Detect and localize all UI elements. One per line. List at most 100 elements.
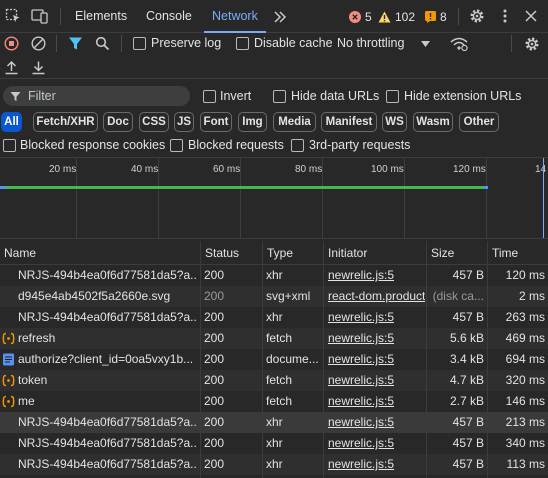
hide-data-urls-checkbox[interactable] (273, 90, 286, 103)
cell-status: 200 (204, 268, 225, 282)
blocked-response-cookies-checkbox[interactable] (3, 139, 16, 152)
cell-type: xhr (266, 310, 283, 324)
table-row[interactable]: NRJS-494b4ea0f6d77581da5?a... 200 xhr newre… (0, 307, 548, 328)
type-filter-ws[interactable]: WS (382, 112, 407, 132)
network-conditions-icon[interactable] (450, 36, 468, 51)
cell-size: 457 B (452, 457, 484, 471)
issues-badge[interactable]: 8 (425, 9, 449, 25)
column-header-type[interactable]: Type (263, 241, 293, 265)
cell-name: token (18, 373, 48, 387)
type-filter-manifest[interactable]: Manifest (321, 112, 377, 132)
warning-icon (378, 11, 391, 23)
cell-status: 200 (204, 310, 225, 324)
cell-status: 200 (204, 415, 225, 429)
cell-time: 263 ms (505, 310, 545, 324)
type-filter-doc[interactable]: Doc (103, 112, 133, 132)
blocked-filters-row: Blocked response cookies Blocked request… (0, 136, 548, 156)
cell-name: NRJS-494b4ea0f6d77581da5?a... (18, 310, 196, 324)
cell-initiator[interactable]: newrelic.js:5 (328, 328, 425, 349)
cell-initiator[interactable]: newrelic.js:5 (328, 412, 425, 433)
cell-initiator[interactable]: newrelic.js:5 (328, 391, 425, 412)
cell-initiator[interactable]: newrelic.js:5 (328, 307, 425, 328)
network-settings-gear-icon[interactable] (524, 36, 540, 52)
hide-data-urls-label: Hide data URLs (291, 89, 380, 103)
column-divider (262, 241, 263, 478)
table-row[interactable]: NRJS-494b4ea0f6d77581da5?a... 200 xhr newre… (0, 265, 548, 286)
filter-icon (10, 92, 21, 101)
tab-elements[interactable]: Elements (75, 0, 127, 33)
third-party-requests-checkbox[interactable] (291, 139, 304, 152)
search-icon[interactable] (95, 36, 110, 51)
invert-checkbox[interactable] (203, 90, 216, 103)
column-header-time[interactable]: Time (488, 241, 518, 265)
inspect-element-icon[interactable] (5, 8, 21, 24)
settings-gear-icon[interactable] (469, 8, 485, 24)
column-header-initiator[interactable]: Initiator (324, 241, 367, 265)
filter-input[interactable]: Filter (3, 86, 190, 106)
filter-funnel-icon[interactable] (68, 36, 83, 51)
type-filter-media[interactable]: Media (273, 112, 316, 132)
tab-network[interactable]: Network (204, 0, 266, 33)
cell-type: fetch (266, 394, 293, 408)
close-icon[interactable] (523, 8, 539, 24)
throttling-select[interactable]: No throttling (336, 33, 432, 55)
timeline-resize-handle[interactable] (543, 158, 548, 238)
cell-initiator[interactable]: newrelic.js:5 (328, 265, 425, 286)
filter-placeholder: Filter (28, 89, 56, 103)
column-header-status[interactable]: Status (201, 241, 239, 265)
cell-initiator[interactable]: newrelic.js:5 (328, 433, 425, 454)
type-filter-font[interactable]: Font (200, 112, 232, 132)
errors-badge[interactable]: 5 (349, 9, 377, 25)
preserve-log-checkbox[interactable] (133, 37, 146, 50)
clear-icon[interactable] (31, 36, 46, 51)
cell-size: 4.7 kB (449, 373, 484, 387)
column-divider (200, 241, 201, 478)
cell-initiator[interactable]: newrelic.js:5 (328, 454, 425, 475)
type-filter-wasm[interactable]: Wasm (413, 112, 453, 132)
type-filter-js[interactable]: JS (174, 112, 194, 132)
table-row[interactable]: d945e4ab4502f5a2660e.svg 200 svg+xml react-… (0, 286, 548, 307)
dropdown-arrow-icon (421, 41, 430, 47)
disable-cache-checkbox[interactable] (236, 37, 249, 50)
cell-name: NRJS-494b4ea0f6d77581da5?a... (18, 415, 196, 429)
type-filter-css[interactable]: CSS (139, 112, 169, 132)
invert-label: Invert (220, 89, 252, 103)
column-header-name[interactable]: Name (0, 241, 36, 265)
more-tabs-icon[interactable] (272, 9, 288, 25)
table-row[interactable]: NRJS-494b4ea0f6d77581da5?a... 200 xhr newre… (0, 433, 548, 454)
cell-initiator[interactable]: newrelic.js:5 (328, 370, 425, 391)
cell-type: fetch (266, 331, 293, 345)
cell-status: 200 (204, 373, 225, 387)
cell-time: 469 ms (505, 331, 545, 345)
errors-count: 5 (365, 10, 372, 24)
device-toolbar-icon[interactable] (31, 8, 49, 24)
table-row[interactable]: NRJS-494b4ea0f6d77581da5?a... 200 xhr newre… (0, 412, 548, 433)
devtools-tab-bar: Elements Console Network 5 102 8 (0, 0, 548, 33)
cell-initiator[interactable]: newrelic.js:5 (328, 349, 425, 370)
type-filter-all[interactable]: All (1, 112, 22, 132)
tab-console[interactable]: Console (146, 0, 192, 33)
table-row[interactable]: me 200 fetch newrelic.js:5 2.7 kB 146 ms (0, 391, 548, 412)
table-row[interactable]: NRJS-494b4ea0f6d77581da5?a... 200 xhr newre… (0, 454, 548, 475)
cell-time: 120 ms (505, 268, 545, 282)
export-har-icon[interactable] (31, 60, 46, 75)
blocked-requests-checkbox[interactable] (170, 139, 183, 152)
hide-extension-urls-checkbox[interactable] (386, 90, 399, 103)
cell-size: (disk ca... (432, 289, 484, 303)
table-row[interactable]: authorize?client_id=0oa5vxy1b... 200 docum… (0, 349, 548, 370)
timeline-overview[interactable]: 20 ms 40 ms 60 ms 80 ms 100 ms 120 ms 14 (0, 157, 548, 239)
more-options-icon[interactable] (497, 8, 513, 24)
timeline-request-bar (484, 186, 488, 189)
type-filter-img[interactable]: Img (238, 112, 267, 132)
type-filter-fetch-xhr[interactable]: Fetch/XHR (33, 112, 98, 132)
table-row[interactable]: token 200 fetch newrelic.js:5 4.7 kB 320 ms (0, 370, 548, 391)
cell-name: d945e4ab4502f5a2660e.svg (18, 289, 171, 303)
import-har-icon[interactable] (4, 60, 19, 75)
type-filter-other[interactable]: Other (459, 112, 499, 132)
record-stop-icon[interactable] (4, 36, 19, 51)
cell-initiator[interactable]: react-dom.product... (328, 286, 425, 307)
table-row[interactable]: refresh 200 fetch newrelic.js:5 5.6 kB 469 ms (0, 328, 548, 349)
third-party-requests-label: 3rd-party requests (309, 138, 411, 152)
column-header-size[interactable]: Size (427, 241, 454, 265)
warnings-badge[interactable]: 102 (378, 9, 416, 25)
